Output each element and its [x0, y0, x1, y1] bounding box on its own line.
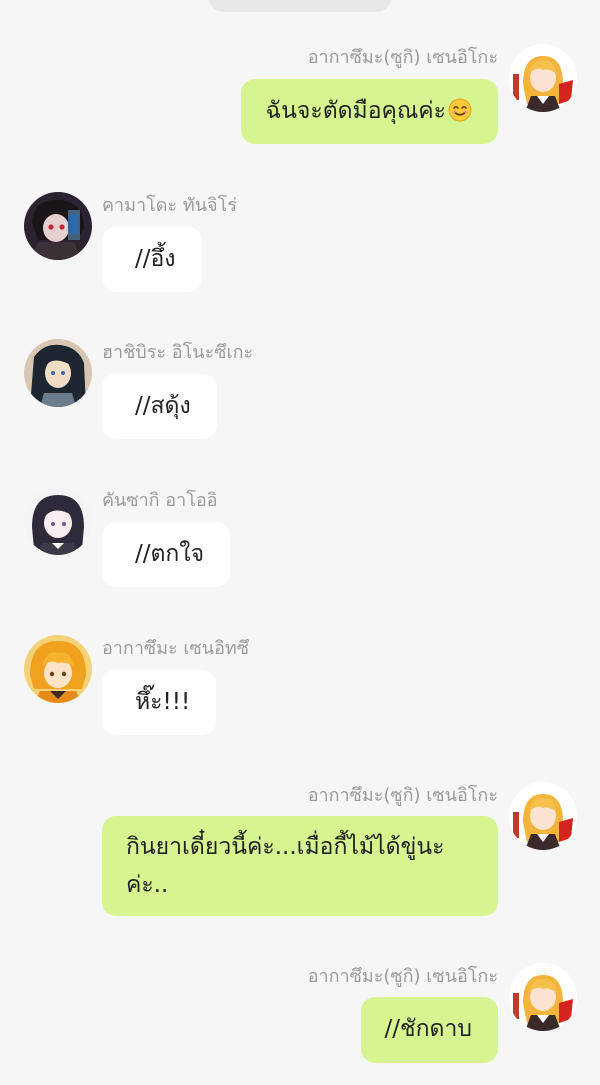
- message-text: //อึ้ง: [135, 246, 176, 272]
- sender-name: อากาซึมะ(ซูกิ) เซนอิโกะ: [307, 47, 498, 68]
- sender-avatar[interactable]: [24, 635, 92, 703]
- incoming-message-bubble[interactable]: หึ๊ะ!!!: [102, 670, 217, 735]
- message-text: กินยาเดี๋ยวนี้ค่ะ...เมื่อกี้ไม้ได้ขู่นะค…: [126, 834, 445, 898]
- sender-name: อากาซึมะ(ซูกิ) เซนอิโกะ: [307, 785, 498, 806]
- incoming-message-bubble[interactable]: //สดุ้ง: [102, 374, 217, 439]
- sender-avatar[interactable]: [24, 339, 92, 407]
- message-text: //ชักดาบ: [384, 1016, 473, 1042]
- outgoing-message-bubble[interactable]: กินยาเดี๋ยวนี้ค่ะ...เมื่อกี้ไม้ได้ขู่นะค…: [102, 816, 498, 916]
- sender-avatar[interactable]: [24, 192, 92, 260]
- sender-avatar[interactable]: [24, 487, 92, 555]
- message-text: //ตกใจ: [135, 541, 205, 567]
- message-text: ฉันจะตัดมือคุณค่ะ: [265, 98, 446, 124]
- smiling-face-emoji: [448, 97, 472, 122]
- outgoing-message-bubble[interactable]: //ชักดาบ: [360, 997, 498, 1063]
- sender-name: ฮาชิบิระ อิโนะซึเกะ: [102, 342, 254, 363]
- incoming-message-bubble[interactable]: //อึ้ง: [102, 227, 202, 292]
- previous-message-pill: [208, 0, 392, 12]
- incoming-message-bubble[interactable]: //ตกใจ: [102, 522, 231, 587]
- sender-name: คามาโดะ ทันจิโร่: [102, 195, 237, 216]
- outgoing-message-bubble[interactable]: ฉันจะตัดมือคุณค่ะ: [241, 79, 498, 144]
- message-text: //สดุ้ง: [135, 393, 191, 419]
- sender-avatar[interactable]: [509, 963, 577, 1031]
- sender-name: คันซากิ อาโออิ: [102, 490, 218, 511]
- sender-avatar[interactable]: [509, 782, 577, 850]
- sender-avatar[interactable]: [509, 44, 577, 112]
- sender-name: อากาซึมะ เซนอิทซึ: [102, 638, 249, 659]
- message-text: หึ๊ะ!!!: [135, 689, 191, 715]
- sender-name: อากาซึมะ(ซูกิ) เซนอิโกะ: [307, 966, 498, 987]
